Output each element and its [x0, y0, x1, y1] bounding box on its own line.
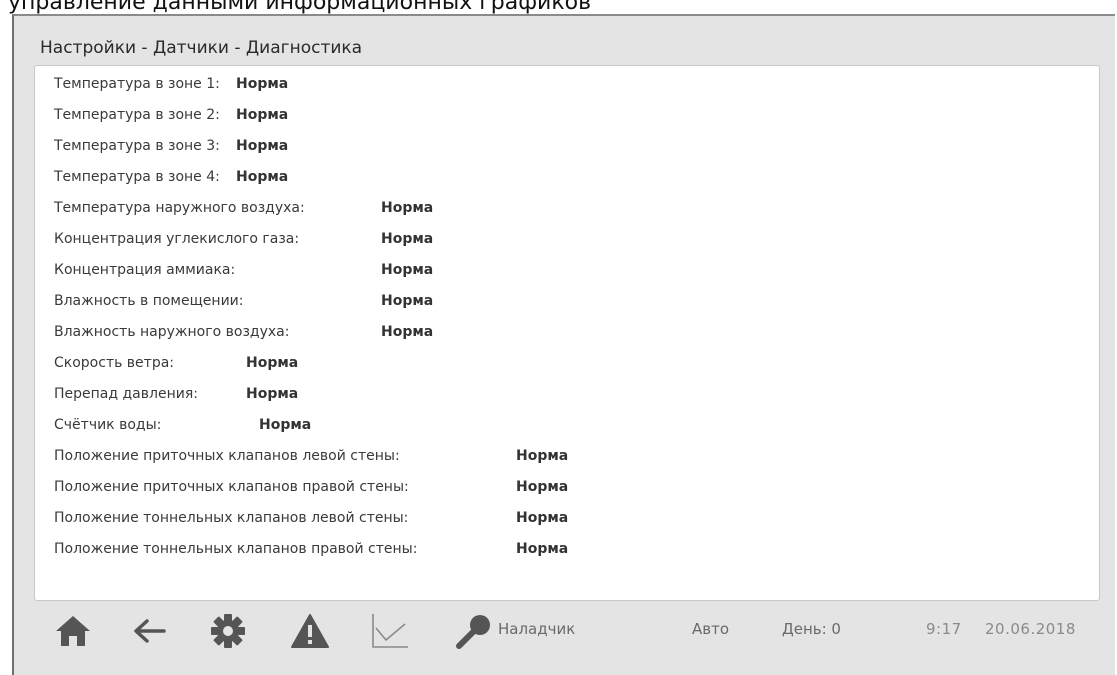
sensor-label: Счётчик воды: — [54, 417, 162, 433]
sensor-status: Норма — [516, 479, 569, 495]
sensor-status: Норма — [381, 262, 434, 278]
sensor-label: Положение тоннельных клапанов правой сте… — [54, 541, 418, 557]
sensor-label: Влажность в помещении: — [54, 293, 244, 309]
sensor-label: Положение приточных клапанов правой стен… — [54, 479, 409, 495]
back-arrow-icon[interactable] — [129, 610, 169, 652]
home-icon[interactable] — [52, 610, 94, 652]
sensor-status: Норма — [381, 231, 434, 247]
gear-icon[interactable] — [208, 610, 248, 652]
sensor-status: Норма — [516, 541, 569, 557]
sensor-label: Концентрация углекислого газа: — [54, 231, 300, 247]
top-cut-text-content: управление данными информационных график… — [8, 0, 592, 14]
sensor-status: Норма — [236, 169, 289, 185]
sensor-label: Положение приточных клапанов левой стены… — [54, 448, 400, 464]
sensor-status: Норма — [381, 324, 434, 340]
chart-icon[interactable] — [368, 610, 412, 652]
sensor-label: Скорость ветра: — [54, 355, 175, 371]
sensor-label: Перепад давления: — [54, 386, 198, 402]
sensor-status: Норма — [236, 76, 289, 92]
warning-icon[interactable] — [288, 610, 332, 652]
sensor-status: Норма — [259, 417, 312, 433]
clock-date: 20.06.2018 — [985, 620, 1076, 638]
page-title: Настройки - Датчики - Диагностика — [40, 38, 363, 58]
sensor-status: Норма — [236, 107, 289, 123]
sensor-label: Температура в зоне 1: — [54, 76, 220, 92]
sensor-status: Норма — [381, 200, 434, 216]
sensor-status: Норма — [246, 355, 299, 371]
sensor-label: Температура в зоне 2: — [54, 107, 220, 123]
sensor-label: Концентрация аммиака: — [54, 262, 236, 278]
mode-label: Авто — [692, 620, 730, 638]
sensor-status: Норма — [516, 448, 569, 464]
diagnostics-panel: Температура в зоне 1: Норма Температура … — [34, 65, 1100, 601]
sensor-status: Норма — [246, 386, 299, 402]
sensor-label: Влажность наружного воздуха: — [54, 324, 290, 340]
clock-time: 9:17 — [926, 620, 962, 638]
key-icon[interactable] — [452, 610, 496, 652]
sensor-status: Норма — [236, 138, 289, 154]
sensor-label: Положение тоннельных клапанов левой стен… — [54, 510, 409, 526]
top-cut-text: управление данными информационных график… — [0, 0, 1117, 14]
status-bar: Наладчик Авто День: 0 9:17 20.06.2018 — [12, 590, 1115, 675]
sensor-status: Норма — [516, 510, 569, 526]
sensor-label: Температура наружного воздуха: — [54, 200, 305, 216]
window-frame: Настройки - Датчики - Диагностика Темпер… — [12, 14, 1115, 675]
user-role-label[interactable]: Наладчик — [498, 620, 575, 638]
sensor-label: Температура в зоне 3: — [54, 138, 220, 154]
day-counter: День: 0 — [782, 620, 841, 638]
sensor-status: Норма — [381, 293, 434, 309]
sensor-label: Температура в зоне 4: — [54, 169, 220, 185]
